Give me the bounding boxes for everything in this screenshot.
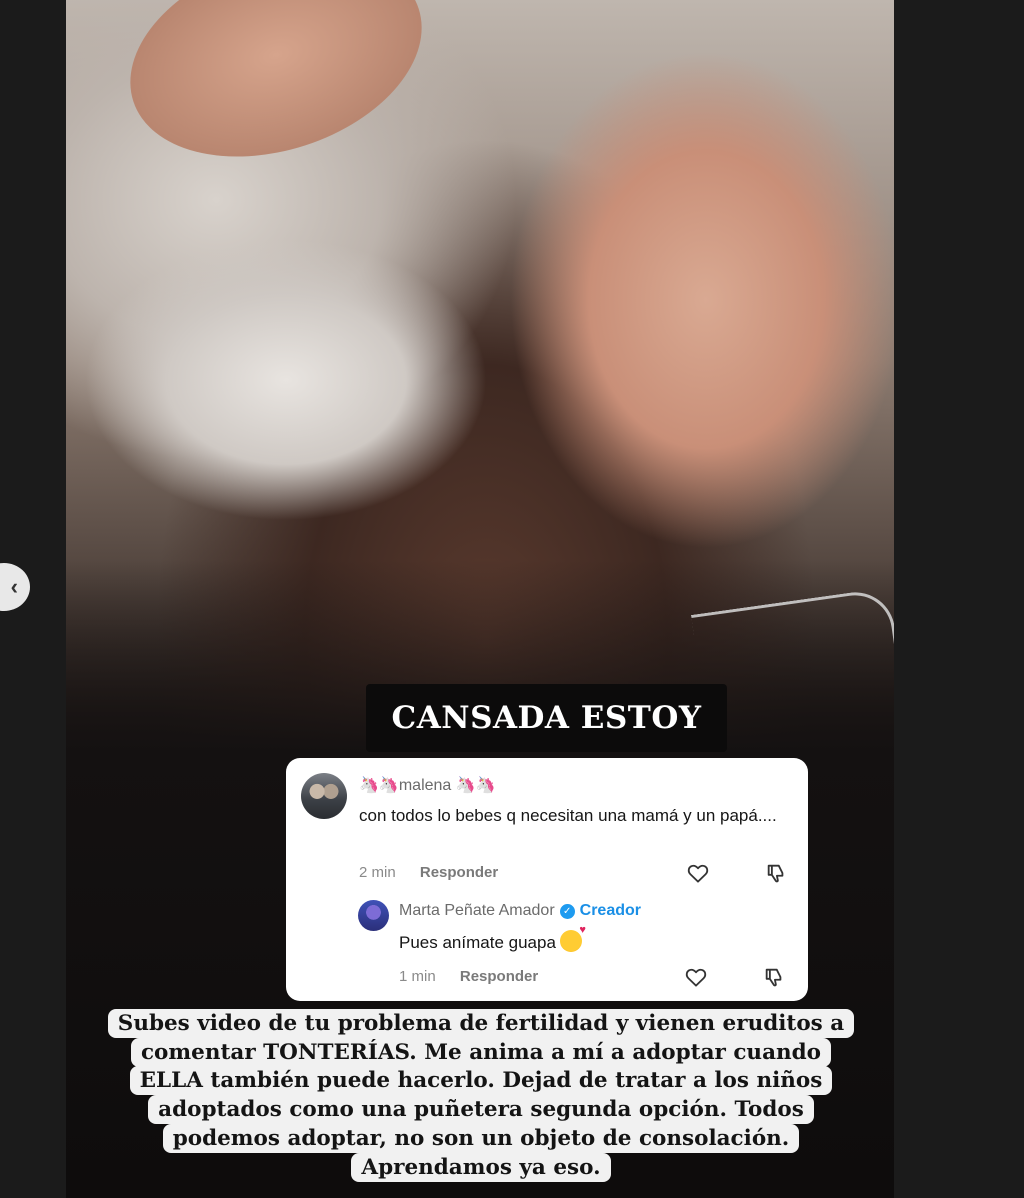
unicorn-emoji: 🦄🦄 (359, 777, 399, 794)
caption-text: Subes video de tu problema de fertilidad… (107, 1009, 855, 1182)
thumbs-down-icon[interactable] (761, 964, 787, 990)
verified-check-icon: ✓ (559, 903, 575, 919)
avatar (301, 773, 347, 819)
thumbs-down-icon[interactable] (763, 860, 789, 886)
heart-icon[interactable] (683, 964, 709, 990)
heart-icon[interactable] (685, 860, 711, 886)
comment-meta: 2 min Responder (359, 864, 498, 881)
reply-author: Marta Peñate Amador ✓ Creador (399, 902, 641, 920)
story-viewer: CANSADA ESTOY 🦄🦄malena 🦄🦄 con todos lo b… (0, 0, 1024, 1198)
comment-text: con todos lo bebes q necesitan una mamá … (359, 806, 777, 825)
reply-meta: 1 min Responder (399, 968, 538, 985)
reply-author-name: Marta Peñate Amador (399, 902, 555, 919)
unicorn-emoji: 🦄🦄 (455, 777, 496, 794)
creator-avatar (358, 900, 389, 931)
reply-time: 1 min (399, 968, 436, 985)
reply-text-row: Pues anímate guapa (399, 924, 586, 953)
headline-text: CANSADA ESTOY (391, 700, 702, 736)
username-text: malena (398, 777, 452, 794)
kiss-emoji-icon (559, 924, 586, 952)
reply-button[interactable]: Responder (420, 864, 498, 881)
reply-text: Pues anímate guapa (399, 933, 556, 952)
story-caption: Subes video de tu problema de fertilidad… (106, 1009, 856, 1182)
comment-time: 2 min (359, 864, 396, 881)
chevron-left-icon: ‹ (10, 574, 18, 599)
creator-badge: Creador (579, 902, 641, 919)
comment-username: 🦄🦄malena 🦄🦄 (359, 775, 496, 795)
previous-story-button[interactable]: ‹ (0, 563, 30, 611)
comment-sticker[interactable]: 🦄🦄malena 🦄🦄 con todos lo bebes q necesit… (286, 758, 808, 1001)
story-headline: CANSADA ESTOY (366, 684, 727, 752)
reply-button[interactable]: Responder (460, 968, 538, 985)
